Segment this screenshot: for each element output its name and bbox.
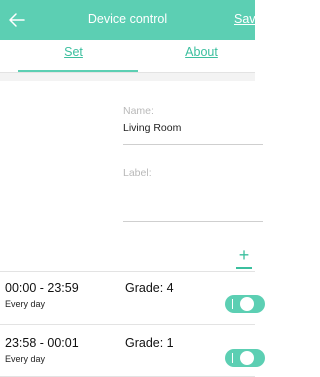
tab-bar: Set About [0,40,255,73]
time-range: 00:00 - 23:59 [5,281,79,295]
grade-value: Grade: 4 [125,281,174,295]
time-range: 23:58 - 00:01 [5,336,79,350]
tab-set[interactable]: Set [10,45,137,59]
repeat-days: Every day [5,299,46,309]
schedule-row[interactable]: 00:00 - 23:59 Every day Grade: 4 [0,272,265,320]
toggle-on-mark [232,299,233,309]
name-input[interactable]: Living Room [123,122,181,134]
name-field-underline [123,144,263,145]
label-field-label: Label: [123,167,152,179]
active-tab-indicator [18,70,138,72]
label-field-underline [123,221,263,222]
name-field-label: Name: [123,105,154,117]
tab-about[interactable]: About [138,45,265,59]
toggle-on-mark [232,353,233,363]
schedule-toggle[interactable] [225,295,265,313]
plus-icon [236,267,252,269]
toggle-knob [239,350,255,366]
top-bar: Device control Save [0,0,263,40]
save-button[interactable]: Save [234,12,263,26]
grade-value: Grade: 1 [125,336,174,350]
add-schedule-button[interactable]: + [236,246,252,268]
toggle-knob [239,296,255,312]
page-title: Device control [87,12,168,26]
schedule-toggle[interactable] [225,349,265,367]
section-spacer [0,73,255,81]
repeat-days: Every day [5,354,46,364]
schedule-row[interactable]: 23:58 - 00:01 Every day Grade: 1 [0,325,265,373]
